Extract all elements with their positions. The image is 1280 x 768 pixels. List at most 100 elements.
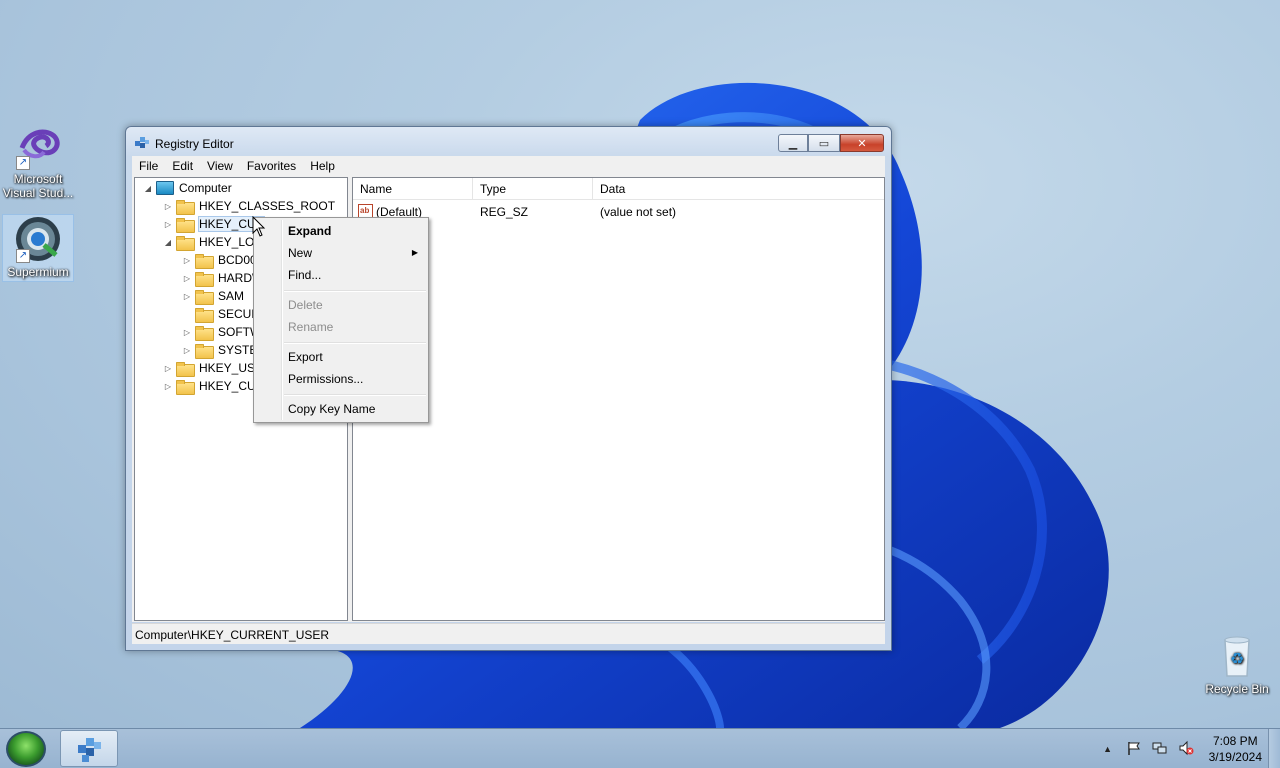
tree-item-hkey-current-user[interactable]: ▷ HKEY_CUR	[163, 215, 266, 233]
menu-item-new[interactable]: New ▶	[256, 242, 426, 264]
submenu-arrow-icon: ▶	[411, 248, 418, 257]
taskbar: ▲ 7:08 PM 3/19/2024	[0, 728, 1280, 768]
volume-muted-icon[interactable]	[1177, 740, 1195, 758]
caption-buttons: ▁ ▭ ✕	[778, 134, 884, 152]
menu-item-new-label: New	[288, 246, 313, 260]
expand-arrow-icon[interactable]: ▷	[163, 364, 173, 373]
regedit-icon	[135, 137, 149, 148]
menu-item-expand[interactable]: Expand	[256, 220, 426, 242]
desktop-icon-label-line2: Visual Stud...	[2, 186, 74, 200]
tree-item-software[interactable]: ▷ SOFTW	[182, 323, 261, 341]
svg-text:♻: ♻	[1230, 649, 1244, 668]
shortcut-arrow-icon: ↗	[16, 249, 30, 263]
menu-item-export[interactable]: Export	[256, 346, 426, 368]
folder-icon	[195, 343, 214, 359]
tree-item-hkey-users[interactable]: ▷ HKEY_USE	[163, 359, 263, 377]
expand-arrow-icon[interactable]: ▷	[182, 292, 192, 301]
folder-icon	[176, 379, 195, 395]
tree-item-hardware[interactable]: ▷ HARDW	[182, 269, 263, 287]
folder-icon	[176, 199, 195, 215]
tree-item-computer[interactable]: ◢ Computer	[143, 179, 232, 197]
minimize-button[interactable]: ▁	[778, 134, 808, 152]
mouse-cursor-icon	[252, 216, 266, 237]
string-value-icon: ab	[358, 204, 373, 218]
desktop-icon-visual-studio[interactable]: ↗ Microsoft Visual Stud...	[2, 122, 74, 200]
clock-date: 3/19/2024	[1208, 750, 1262, 764]
column-header-data[interactable]: Data	[593, 178, 884, 200]
column-header-type[interactable]: Type	[473, 178, 593, 200]
menu-item-rename[interactable]: Rename	[256, 316, 426, 338]
menu-item-delete[interactable]: Delete	[256, 294, 426, 316]
menu-item-find[interactable]: Find...	[256, 264, 426, 286]
expand-arrow-icon[interactable]: ◢	[143, 184, 153, 193]
column-header-name[interactable]: Name	[353, 178, 473, 200]
status-path: Computer\HKEY_CURRENT_USER	[135, 628, 330, 642]
tree-item-bcd[interactable]: ▷ BCD000	[182, 251, 263, 269]
expand-arrow-icon[interactable]: ▷	[163, 202, 173, 211]
folder-icon	[176, 361, 195, 377]
action-center-flag-icon[interactable]	[1125, 740, 1143, 758]
taskbar-button-registry-editor[interactable]	[60, 730, 118, 767]
status-bar: Computer\HKEY_CURRENT_USER	[132, 623, 885, 644]
desktop-icon-label: Supermium	[7, 265, 69, 279]
start-button[interactable]	[6, 731, 46, 767]
collapse-arrow-icon[interactable]: ◢	[163, 238, 173, 247]
folder-icon	[195, 325, 214, 341]
menu-favorites[interactable]: Favorites	[240, 159, 303, 173]
expand-arrow-icon[interactable]: ▷	[182, 328, 192, 337]
menu-help[interactable]: Help	[303, 159, 342, 173]
expand-arrow-icon[interactable]: ▷	[182, 346, 192, 355]
close-button[interactable]: ✕	[840, 134, 884, 152]
clock-time: 7:08 PM	[1212, 734, 1258, 748]
menu-separator	[284, 290, 426, 292]
folder-icon	[176, 235, 195, 251]
network-icon[interactable]	[1151, 740, 1169, 758]
visual-studio-icon: ↗	[14, 122, 62, 170]
computer-icon	[156, 181, 174, 195]
menu-separator	[284, 394, 426, 396]
shortcut-arrow-icon: ↗	[16, 156, 30, 170]
recycle-bin-icon: ♻	[1213, 632, 1261, 680]
folder-icon	[195, 271, 214, 287]
tree-item-hkey-local-machine[interactable]: ◢ HKEY_LOC	[163, 233, 263, 251]
client-area: ◢ Computer ▷ HKEY_CLASSES_ROOT ▷ HKEY_CU…	[132, 176, 885, 622]
window-title: Registry Editor	[155, 137, 234, 151]
folder-icon	[176, 217, 195, 233]
menu-edit[interactable]: Edit	[165, 159, 200, 173]
tree-item-hkey-classes-root[interactable]: ▷ HKEY_CLASSES_ROOT	[163, 197, 335, 215]
menu-bar: File Edit View Favorites Help	[132, 156, 885, 176]
menu-separator	[284, 342, 426, 344]
supermium-icon: ↗	[14, 215, 62, 263]
value-data: (value not set)	[600, 205, 677, 219]
menu-file[interactable]: File	[132, 159, 165, 173]
tree-item-sam[interactable]: ▷ SAM	[182, 287, 244, 305]
list-header: Name Type Data	[353, 178, 884, 200]
registry-editor-window[interactable]: Registry Editor ▁ ▭ ✕ File Edit View Fav…	[125, 126, 892, 651]
desktop-icon-label: Recycle Bin	[1205, 682, 1269, 696]
expand-arrow-icon[interactable]: ▷	[163, 220, 173, 229]
desktop-icon-recycle-bin[interactable]: ♻ Recycle Bin	[1201, 632, 1273, 696]
clock[interactable]: 7:08 PM 3/19/2024	[1209, 733, 1262, 765]
menu-item-copy-key-name[interactable]: Copy Key Name	[256, 398, 426, 420]
expand-arrow-icon[interactable]: ▷	[163, 382, 173, 391]
menu-view[interactable]: View	[200, 159, 240, 173]
value-type: REG_SZ	[480, 205, 529, 219]
expand-arrow-icon[interactable]: ▷	[182, 256, 192, 265]
expand-arrow-icon[interactable]: ▷	[182, 274, 192, 283]
menu-item-permissions[interactable]: Permissions...	[256, 368, 426, 390]
desktop-icon-label: Microsoft	[13, 172, 63, 186]
show-hidden-icons-arrow-icon[interactable]: ▲	[1099, 740, 1117, 758]
system-tray: ▲ 7:08 PM 3/19/2024	[1091, 729, 1262, 768]
list-row[interactable]: ab (Default) REG_SZ (value not set)	[353, 202, 884, 222]
values-list[interactable]: Name Type Data ab (Default) REG_SZ (valu…	[352, 177, 885, 621]
tree-item-security[interactable]: SECURI	[182, 305, 263, 323]
folder-icon	[195, 253, 214, 269]
tree-item-hkey-current-config[interactable]: ▷ HKEY_CUR	[163, 377, 264, 395]
folder-icon	[195, 307, 214, 323]
regedit-icon	[78, 738, 101, 762]
show-desktop-button[interactable]	[1268, 729, 1280, 768]
desktop-icon-supermium[interactable]: ↗ Supermium	[2, 214, 74, 282]
folder-icon	[195, 289, 214, 305]
title-bar[interactable]: Registry Editor ▁ ▭ ✕	[126, 127, 891, 157]
maximize-button[interactable]: ▭	[808, 134, 840, 152]
